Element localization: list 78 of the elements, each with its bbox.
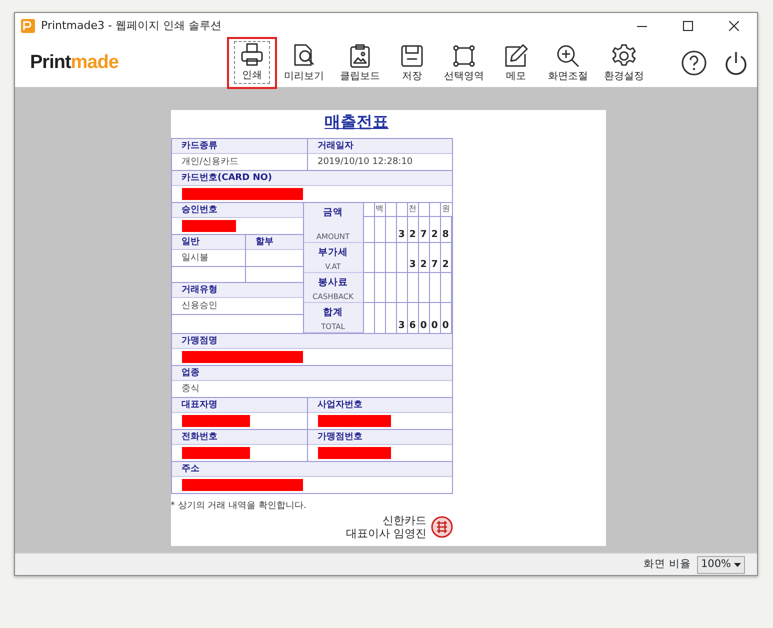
table-cell [430,273,440,303]
field-label: 사업자번호 [308,398,452,413]
table-cell [374,217,386,243]
amount-digit: 3 [408,243,418,273]
toolbar-button[interactable]: 저장 [390,40,434,86]
field-value: 개인/신용카드 [182,156,239,169]
window-title: Printmade3 - 웹페이지 인쇄 솔루션 [41,18,222,34]
close-icon [729,21,739,31]
toolbar-button[interactable]: 미리보기 [278,40,330,86]
toolbar-button[interactable]: 클립보드 [334,40,386,86]
field-value: 2019/10/10 12:28:10 [318,156,413,169]
toolbar-button[interactable]: 메모 [494,40,538,86]
field-label: 거래일자 [308,139,452,154]
field-label: 가맹점번호 [308,430,452,445]
toolbar-button[interactable]: 선택영역 [438,40,490,86]
place-label: 원 [440,203,452,217]
amount-digit: 3 [396,303,408,333]
issuer-name: 신한카드 [382,514,426,526]
table-cell [396,243,408,273]
amount-label: 합계 [323,306,343,320]
table-cell [374,273,386,303]
amount-digit: 0 [418,303,430,333]
field-label: 카드번호(CARD NO) [172,171,452,186]
amount-digit: 3 [396,217,408,243]
amount-label: 부가세 [318,246,348,260]
signer-name: 대표이사 임영진 [346,526,426,540]
amount-digit: 0 [430,303,440,333]
field-label: 전화번호 [172,430,306,445]
field-label: 카드종류 [172,139,306,154]
amount-digit: 2 [418,243,430,273]
place-label: 백 [374,203,386,217]
app-icon [21,19,35,33]
amount-digit: 0 [440,303,452,333]
caret-icon [734,562,741,566]
amount-digit: 2 [408,217,418,243]
field-value: 신용승인 [182,300,218,313]
amount-label: 금액 [323,206,343,220]
field-label: 주소 [172,462,452,477]
seal-icon [430,516,452,538]
zoom-label: 화면 비율 [644,556,691,572]
logo: Printmade [30,50,120,75]
settings-icon [611,43,637,69]
table-cell [374,243,386,273]
field-label: 거래유형 [172,283,302,298]
amount-digit: 2 [430,217,440,243]
table-cell [386,217,396,243]
pencil-icon [503,43,529,69]
field-label: 가맹점명 [172,334,452,349]
field-value: 중식 [182,383,200,396]
field-label: 일반 [172,235,244,250]
amount-digit: 6 [408,303,418,333]
table-cell [418,273,430,303]
zoom-dropdown[interactable]: 100% [697,556,745,574]
confirmation-note: * 상기의 거래 내역을 확인합니다. [170,500,308,513]
table-cell [408,273,418,303]
table-cell [396,273,408,303]
amount-digit: 7 [430,243,440,273]
receipt-title: 매출전표 [324,111,390,133]
field-label: 할부 [246,235,302,250]
selection-frame-icon [451,43,477,69]
toolbar-button[interactable]: 환경설정 [598,40,650,86]
amount-digit: 7 [418,217,430,243]
field-label: 업종 [172,366,452,381]
toolbar-button[interactable]: 화면조절 [542,40,594,86]
maximize-icon [683,21,693,31]
help-icon[interactable] [681,50,707,76]
power-icon[interactable] [723,50,749,76]
printer-icon [239,42,265,68]
zoom-in-icon [555,43,581,69]
field-label: 대표자명 [172,398,306,413]
table-cell [386,273,396,303]
amount-digit: 2 [440,243,452,273]
place-label: 천 [408,203,418,217]
table-cell [386,243,396,273]
field-value: 일시불 [182,252,208,265]
amount-label: 봉사료 [318,276,348,290]
field-label: 승인번호 [172,203,302,218]
amount-digit: 8 [440,217,452,243]
